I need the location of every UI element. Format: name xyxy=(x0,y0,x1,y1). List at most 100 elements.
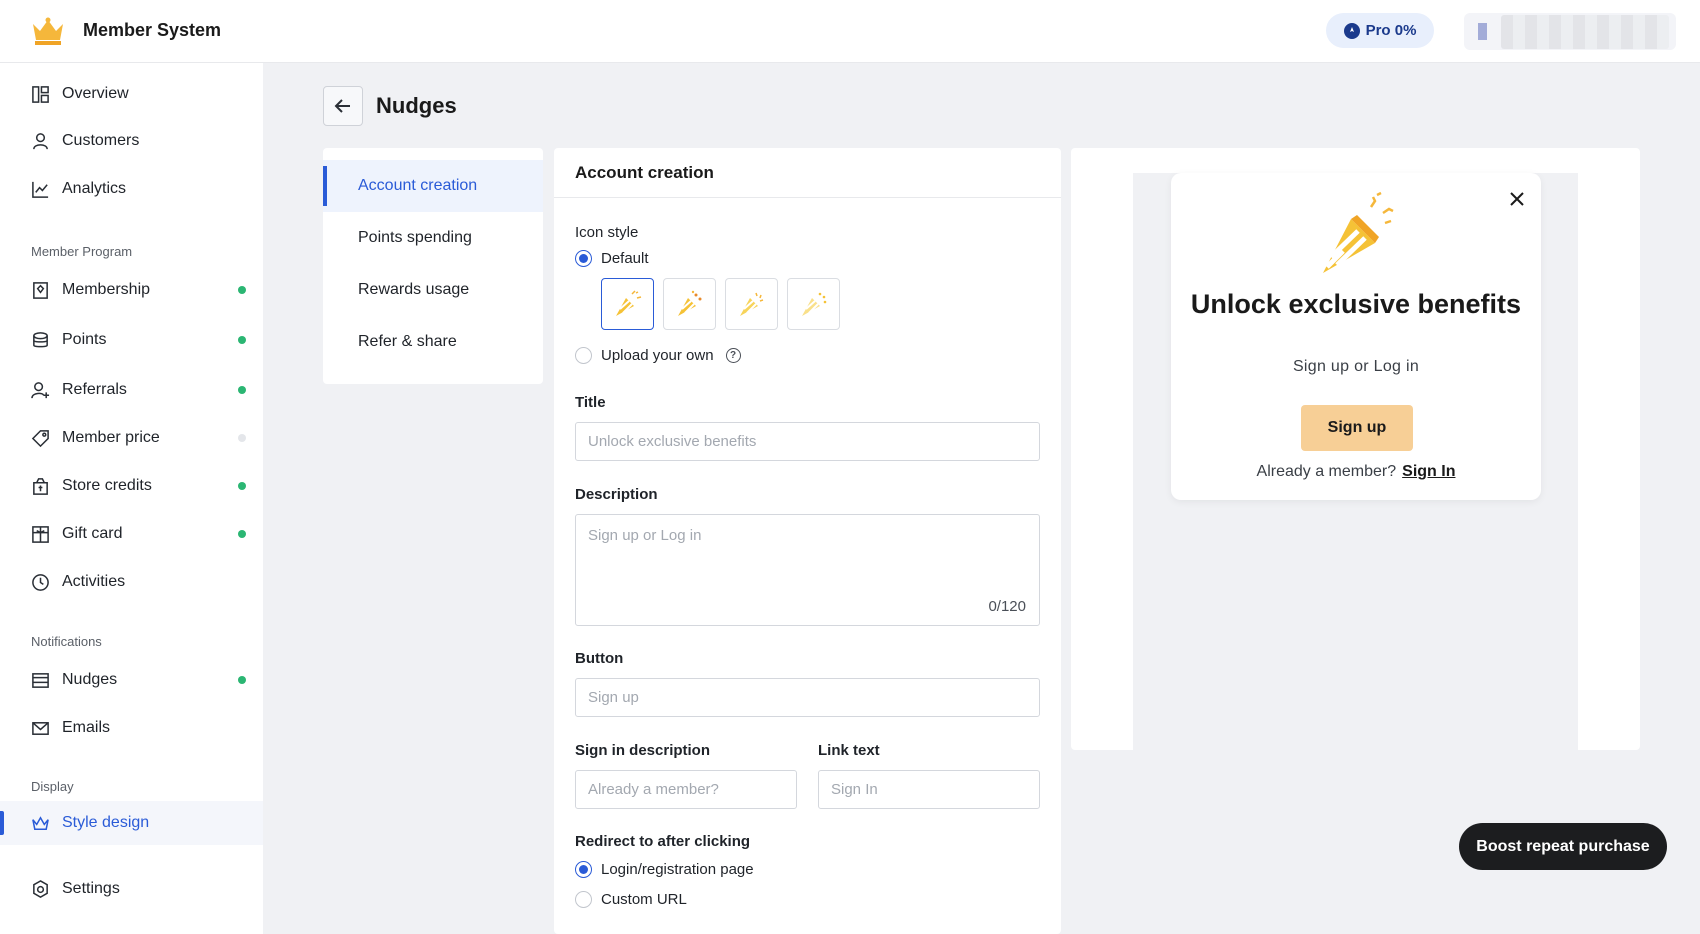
sidebar-item-label: Nudges xyxy=(62,671,118,688)
signin-description-input[interactable]: Already a member? xyxy=(575,770,797,809)
sidebar-item-label: Style design xyxy=(62,814,150,831)
mail-icon xyxy=(31,719,50,738)
status-dot xyxy=(238,336,246,344)
form-heading: Account creation xyxy=(554,148,1061,198)
preview-title: Unlock exclusive benefits xyxy=(1190,289,1522,319)
sidebar-item-member-price[interactable]: Member price xyxy=(0,416,263,460)
icon-default-radio[interactable]: Default xyxy=(575,250,649,267)
character-counter: 0/120 xyxy=(988,598,1026,615)
pro-badge[interactable]: Pro 0% xyxy=(1326,13,1434,48)
avatar xyxy=(1478,23,1487,40)
redirect-custom-url-radio[interactable]: Custom URL xyxy=(575,891,687,908)
icon-option-party-popper-2[interactable] xyxy=(663,278,716,330)
nudge-type-account-creation[interactable]: Account creation xyxy=(323,160,543,212)
sidebar-item-label: Member price xyxy=(62,429,160,446)
radio-selected[interactable] xyxy=(575,861,592,878)
status-dot xyxy=(238,434,246,442)
sidebar-item-label: Membership xyxy=(62,281,151,298)
chart-line-icon xyxy=(31,180,50,199)
preview-signin-link[interactable]: Sign In xyxy=(1402,463,1455,480)
preview-signin-text: Already a member? xyxy=(1256,463,1397,480)
sidebar-item-emails[interactable]: Emails xyxy=(0,706,263,750)
description-textarea[interactable]: Sign up or Log in 0/120 xyxy=(575,514,1040,626)
sidebar-item-gift-card[interactable]: Gift card xyxy=(0,512,263,556)
coins-icon xyxy=(31,331,50,350)
sidebar-item-label: Points xyxy=(62,331,107,348)
icon-upload-label: Upload your own xyxy=(601,347,714,364)
radio-selected[interactable] xyxy=(575,250,592,267)
icon-option-party-popper-4[interactable] xyxy=(787,278,840,330)
sidebar: Overview Customers Analytics Member Prog… xyxy=(0,63,263,934)
app-title: Member System xyxy=(83,20,222,40)
add-user-icon xyxy=(31,381,50,400)
sidebar-item-membership[interactable]: Membership xyxy=(0,268,263,312)
tag-icon xyxy=(31,429,50,448)
sidebar-item-points[interactable]: Points xyxy=(0,318,263,362)
redirect-option-label: Login/registration page xyxy=(601,861,754,878)
sidebar-item-style-design[interactable]: Style design xyxy=(0,801,263,845)
button-text-input[interactable]: Sign up xyxy=(575,678,1040,717)
nudge-type-rewards-usage[interactable]: Rewards usage xyxy=(323,264,543,316)
clock-icon xyxy=(31,573,50,592)
wallet-icon xyxy=(31,477,50,496)
rocket-icon xyxy=(1343,22,1360,39)
badge-icon xyxy=(31,281,50,300)
preview-signin-row: Already a member? Sign In xyxy=(1171,463,1541,481)
page-title: Nudges xyxy=(376,93,457,118)
sidebar-item-store-credits[interactable]: Store credits xyxy=(0,464,263,508)
link-text-label: Link text xyxy=(818,742,880,759)
sidebar-item-nudges[interactable]: Nudges xyxy=(0,658,263,702)
nudge-type-refer-share[interactable]: Refer & share xyxy=(323,316,543,368)
button-label: Button xyxy=(575,650,624,667)
gift-card-icon xyxy=(31,525,50,544)
sidebar-item-overview[interactable]: Overview xyxy=(0,72,263,116)
icon-upload-radio[interactable]: Upload your own ? xyxy=(575,347,741,364)
redirect-login-radio[interactable]: Login/registration page xyxy=(575,861,754,878)
party-popper-icon xyxy=(739,292,763,316)
sidebar-item-label: Customers xyxy=(62,132,140,149)
description-placeholder: Sign up or Log in xyxy=(588,527,702,544)
crown-logo-icon xyxy=(33,17,63,45)
window-icon xyxy=(31,671,50,690)
title-input[interactable]: Unlock exclusive benefits xyxy=(575,422,1040,461)
person-icon xyxy=(31,132,50,151)
icon-option-party-popper-1[interactable] xyxy=(601,278,654,330)
icon-option-party-popper-3[interactable] xyxy=(725,278,778,330)
title-label: Title xyxy=(575,394,606,411)
party-popper-icon xyxy=(1323,191,1394,273)
overview-icon xyxy=(31,85,50,104)
radio-unselected[interactable] xyxy=(575,347,592,364)
sidebar-item-customers[interactable]: Customers xyxy=(0,119,263,163)
sidebar-item-activities[interactable]: Activities xyxy=(0,560,263,604)
back-button[interactable] xyxy=(323,86,363,126)
sidebar-item-referrals[interactable]: Referrals xyxy=(0,368,263,412)
help-icon[interactable]: ? xyxy=(725,348,741,363)
icon-style-label: Icon style xyxy=(575,224,639,241)
sidebar-item-label: Store credits xyxy=(62,477,152,494)
redirect-option-label: Custom URL xyxy=(601,891,687,908)
nudge-type-list: Account creation Points spending Rewards… xyxy=(323,148,543,384)
radio-unselected[interactable] xyxy=(575,891,592,908)
gear-icon xyxy=(31,879,50,899)
close-icon[interactable] xyxy=(1509,191,1525,207)
preview-stage: Unlock exclusive benefits Sign up or Log… xyxy=(1133,173,1578,750)
link-text-input[interactable]: Sign In xyxy=(818,770,1040,809)
section-label-notifications: Notifications xyxy=(31,634,102,649)
preview-signup-button[interactable]: Sign up xyxy=(1301,405,1413,451)
party-popper-icon xyxy=(615,290,641,316)
nudge-type-points-spending[interactable]: Points spending xyxy=(323,212,543,264)
boost-repeat-purchase-button[interactable]: Boost repeat purchase xyxy=(1459,823,1667,870)
icon-options xyxy=(601,278,840,330)
sidebar-item-label: Emails xyxy=(62,719,111,736)
sidebar-item-label: Activities xyxy=(62,573,126,590)
crown-icon xyxy=(31,814,50,833)
sidebar-item-analytics[interactable]: Analytics xyxy=(0,167,263,211)
status-dot xyxy=(238,286,246,294)
user-menu[interactable] xyxy=(1464,13,1676,50)
signin-description-label: Sign in description xyxy=(575,742,711,759)
sidebar-item-settings[interactable]: Settings xyxy=(0,867,263,911)
redirect-label: Redirect to after clicking xyxy=(575,833,751,850)
nudge-preview-modal: Unlock exclusive benefits Sign up or Log… xyxy=(1171,173,1541,500)
arrow-left-icon xyxy=(334,99,350,113)
preview-panel: Unlock exclusive benefits Sign up or Log… xyxy=(1071,148,1640,750)
